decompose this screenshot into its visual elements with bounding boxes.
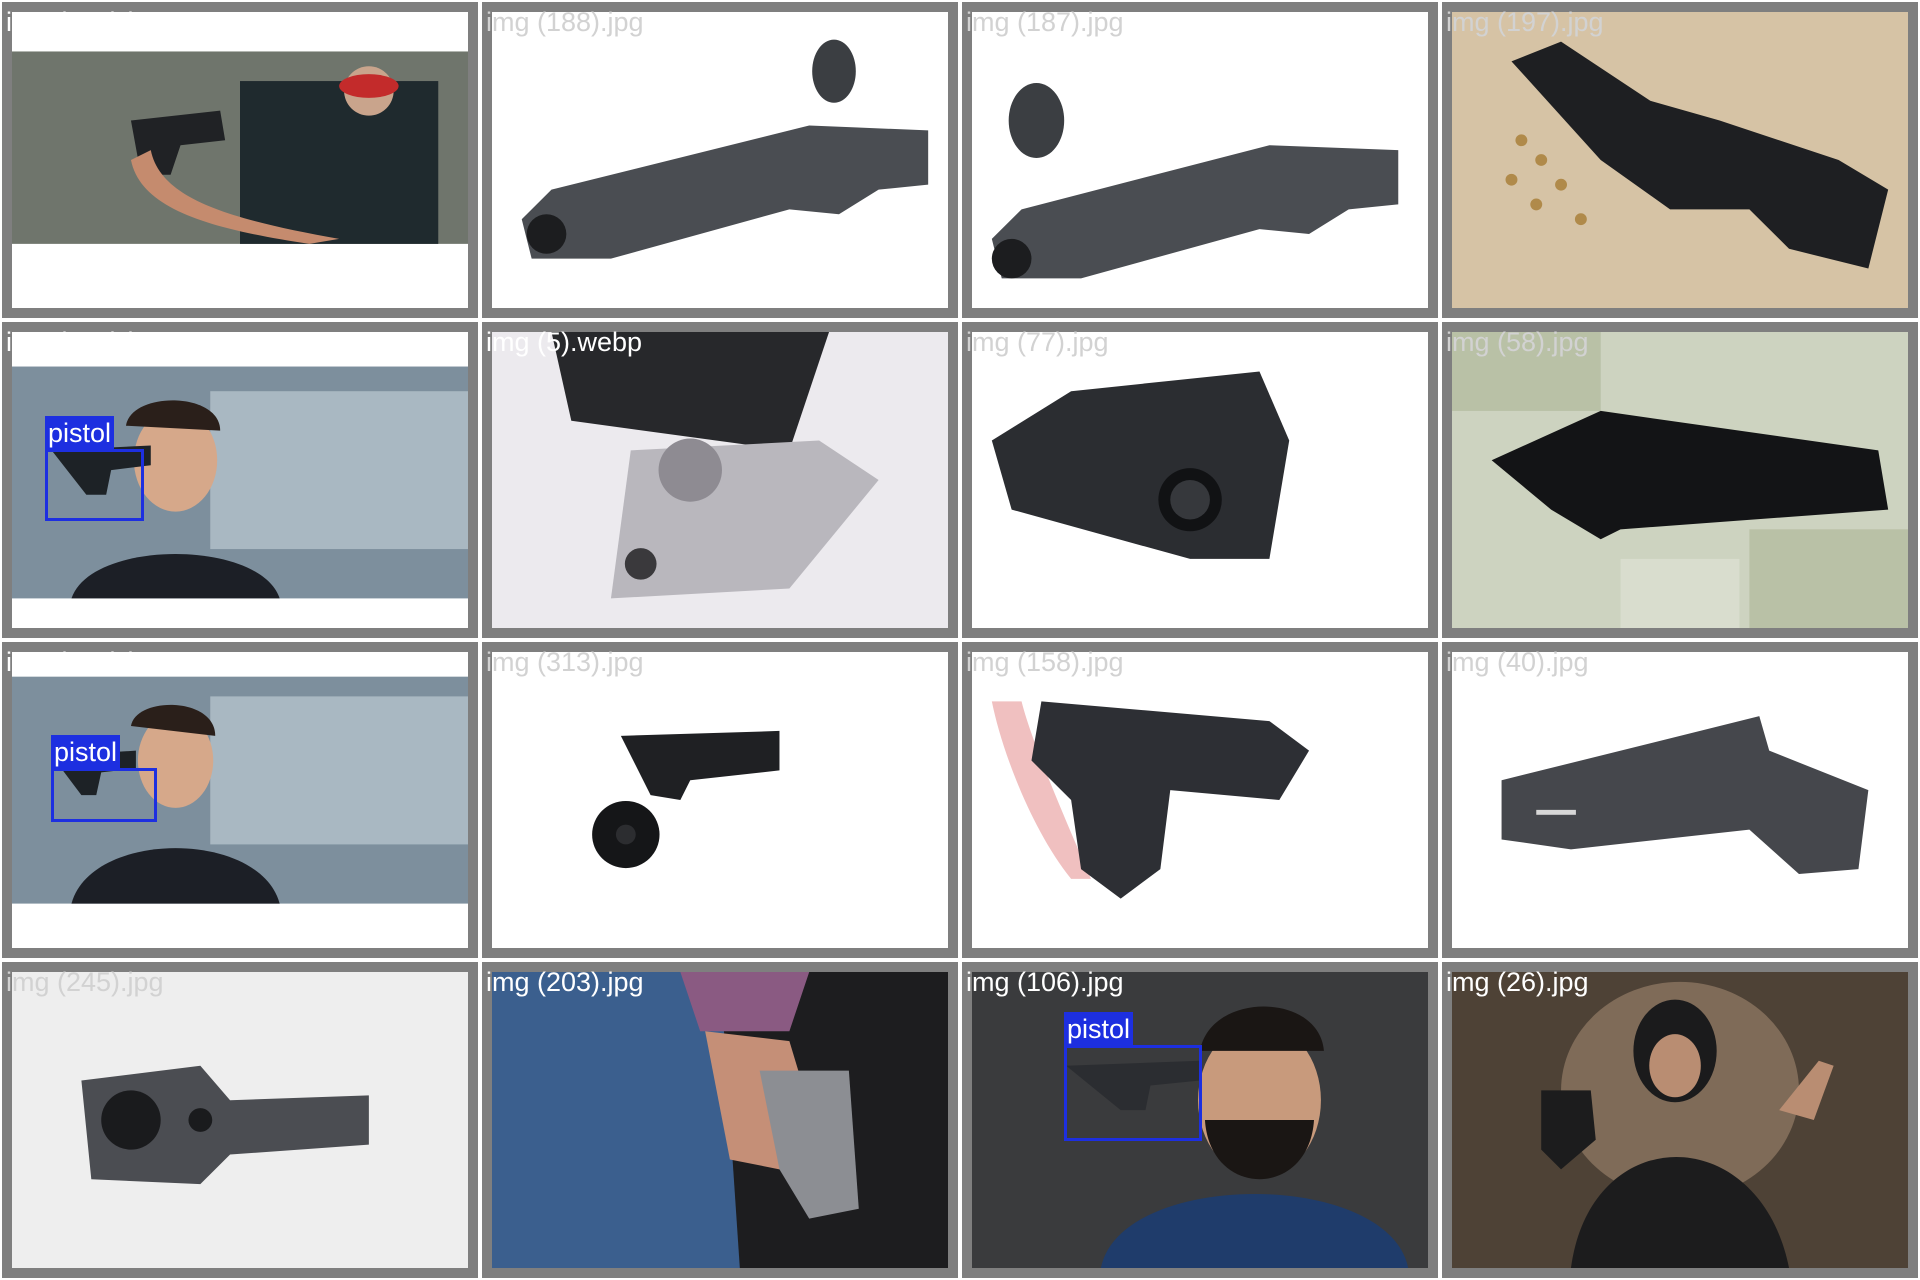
grid-tile[interactable]: img (197).jpg	[1440, 0, 1920, 320]
tile-filename: img (108).jpg	[6, 327, 164, 357]
grid-tile[interactable]: img (158).jpg	[960, 640, 1440, 960]
tile-filename: img (197).jpg	[1446, 7, 1604, 37]
grid-tile[interactable]: img (108).jpg pistol	[0, 320, 480, 640]
tile-image	[1452, 652, 1908, 948]
tile-filename: img (188).jpg	[486, 7, 644, 37]
grid-tile[interactable]: img (58).jpg	[1440, 320, 1920, 640]
grid-tile[interactable]: img (26).jpg	[1440, 960, 1920, 1280]
grid-tile[interactable]: img (203).jpg	[480, 960, 960, 1280]
tile-filename: img (158).jpg	[966, 647, 1124, 677]
tile-image	[972, 332, 1428, 628]
tile-filename: img (40).jpg	[1446, 647, 1589, 677]
tile-image	[12, 972, 468, 1268]
grid-tile[interactable]: img (106).jpg pistol	[960, 960, 1440, 1280]
grid-tile[interactable]: img (40).jpg	[1440, 640, 1920, 960]
tile-filename: img (58).jpg	[1446, 327, 1589, 357]
tile-image	[1452, 12, 1908, 308]
grid-tile[interactable]: img (188).jpg	[480, 0, 960, 320]
grid-tile[interactable]: img (187).jpg	[960, 0, 1440, 320]
tile-filename: img (187).jpg	[966, 7, 1124, 37]
detection-label: pistol	[45, 416, 115, 450]
grid-tile[interactable]: img (77).jpg	[960, 320, 1440, 640]
tile-image	[492, 332, 948, 628]
tile-image	[12, 12, 468, 308]
tile-filename: img (26).jpg	[1446, 967, 1589, 997]
detection-box: pistol	[1064, 1012, 1202, 1141]
tile-image	[1452, 972, 1908, 1268]
grid-tile[interactable]: img (5).webp	[480, 320, 960, 640]
tile-filename: img (180).jpg	[6, 7, 164, 37]
tile-filename: img (106).jpg	[966, 967, 1124, 997]
tile-filename: img (107).jpg	[6, 647, 164, 677]
tile-filename: img (5).webp	[486, 327, 643, 357]
tile-image	[1452, 332, 1908, 628]
tile-filename: img (245).jpg	[6, 967, 164, 997]
detection-box: pistol	[45, 416, 144, 521]
detection-label: pistol	[51, 735, 121, 769]
tile-filename: img (313).jpg	[486, 647, 644, 677]
tile-image	[972, 652, 1428, 948]
detection-label: pistol	[1064, 1012, 1134, 1046]
detection-box: pistol	[51, 735, 157, 822]
tile-image	[492, 972, 948, 1268]
tile-image	[492, 12, 948, 308]
image-grid: img (180).jpg img (188).jpg img (187).jp…	[0, 0, 1920, 1280]
grid-tile[interactable]: img (107).jpg pistol	[0, 640, 480, 960]
grid-tile[interactable]: img (313).jpg	[480, 640, 960, 960]
tile-image	[492, 652, 948, 948]
tile-filename: img (77).jpg	[966, 327, 1109, 357]
tile-filename: img (203).jpg	[486, 967, 644, 997]
tile-image	[972, 12, 1428, 308]
grid-tile[interactable]: img (180).jpg	[0, 0, 480, 320]
grid-tile[interactable]: img (245).jpg	[0, 960, 480, 1280]
